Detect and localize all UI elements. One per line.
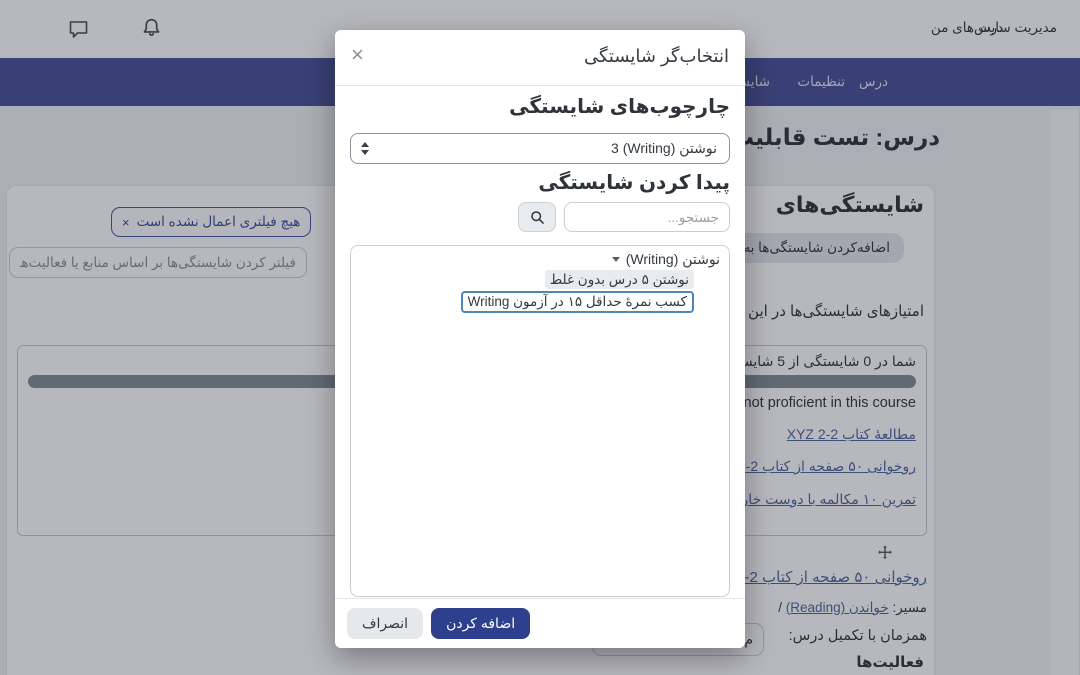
tree-root-label: نوشتن (Writing): [626, 251, 720, 268]
framework-select[interactable]: نوشتن (Writing) 3: [350, 133, 730, 164]
modal-title: انتخاب‌گر شایستگی: [584, 46, 729, 67]
search-button[interactable]: [518, 202, 556, 232]
competency-picker-modal: انتخاب‌گر شایستگی × چارچوب‌های شایستگی ن…: [335, 30, 745, 648]
app-window: درس‌های من مدیریت سایت درس تنظیمات شایست…: [0, 0, 1080, 675]
collapse-caret-icon[interactable]: [612, 257, 620, 262]
tree-item-selected[interactable]: کسب نمرهٔ حداقل ۱۵ در آزمون Writing: [461, 291, 694, 313]
find-competency-heading: پیدا کردن شایستگی: [538, 170, 730, 195]
modal-header-divider: [335, 85, 745, 86]
close-icon[interactable]: ×: [347, 40, 368, 70]
search-input[interactable]: [564, 202, 730, 232]
updown-arrows-icon: [361, 142, 369, 155]
frameworks-heading: چارچوب‌های شایستگی: [509, 94, 730, 119]
search-icon: [529, 209, 546, 226]
cancel-button[interactable]: انصراف: [347, 608, 423, 639]
framework-select-value: نوشتن (Writing) 3: [611, 134, 717, 163]
competency-tree: نوشتن (Writing) نوشتن ۵ درس بدون غلط کسب…: [350, 245, 730, 597]
modal-footer: اضافه کردن انصراف: [335, 598, 745, 648]
add-button[interactable]: اضافه کردن: [431, 608, 530, 639]
tree-item[interactable]: نوشتن ۵ درس بدون غلط: [545, 270, 694, 289]
tree-root-node[interactable]: نوشتن (Writing): [360, 251, 720, 268]
